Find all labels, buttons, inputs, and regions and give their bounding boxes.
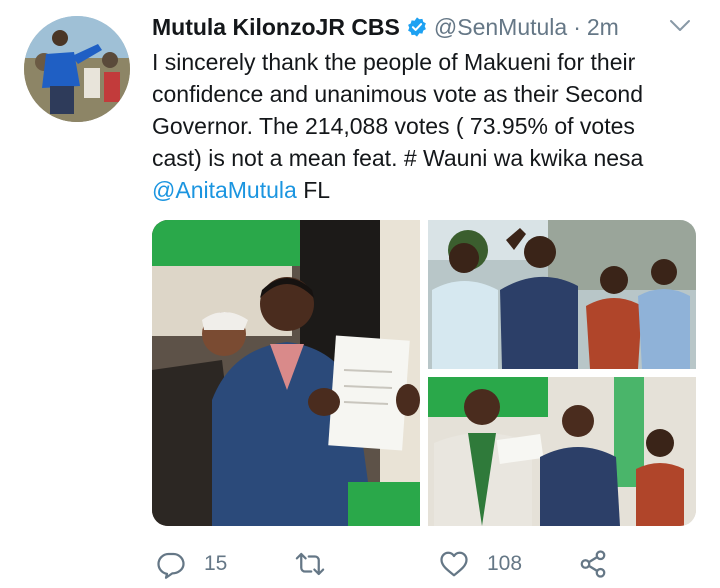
reply-button[interactable]: 15: [156, 544, 227, 584]
tweet-header: Mutula KilonzoJR CBS @SenMutula · 2m: [152, 12, 696, 42]
tweet-text-line: cast) is not a mean feat. # Wauni wa kwi…: [152, 145, 644, 171]
tweet-text-last-line: @AnitaMutula FL: [152, 174, 702, 206]
avatar-photo: [24, 16, 130, 122]
like-count: 108: [487, 552, 523, 575]
photo-main[interactable]: [152, 220, 420, 526]
photo-bottom-right[interactable]: [428, 377, 696, 526]
like-button[interactable]: 108: [439, 544, 522, 584]
reply-count: 15: [204, 552, 228, 575]
share-icon: [580, 550, 606, 578]
media-grid: [152, 220, 696, 526]
tweet-text-line: Governor. The 214,088 votes ( 73.95% of …: [152, 113, 635, 139]
reply-icon: [157, 552, 185, 579]
user-handle[interactable]: @SenMutula: [434, 14, 567, 41]
tweet-text: I sincerely thank the people of Makueni …: [152, 46, 702, 206]
trailing-text: FL: [296, 177, 331, 203]
chevron-down-icon[interactable]: [668, 16, 692, 36]
mention-link[interactable]: @AnitaMutula: [152, 177, 297, 203]
tweet-text-line: I sincerely thank the people of Makueni …: [152, 49, 636, 75]
tweet-text-line: confidence and unanimous vote as their S…: [152, 81, 643, 107]
like-icon: [440, 551, 468, 577]
retweet-icon: [295, 552, 325, 576]
avatar[interactable]: [24, 16, 130, 122]
share-button[interactable]: [578, 544, 608, 584]
verified-badge-icon: [407, 17, 426, 37]
photo-top-right[interactable]: [428, 220, 696, 369]
retweet-button[interactable]: [295, 544, 343, 584]
separator-dot: ·: [573, 13, 581, 40]
timestamp[interactable]: 2m: [587, 14, 619, 41]
display-name[interactable]: Mutula KilonzoJR CBS: [152, 14, 400, 41]
tweet-actions: 15 108: [152, 544, 632, 584]
